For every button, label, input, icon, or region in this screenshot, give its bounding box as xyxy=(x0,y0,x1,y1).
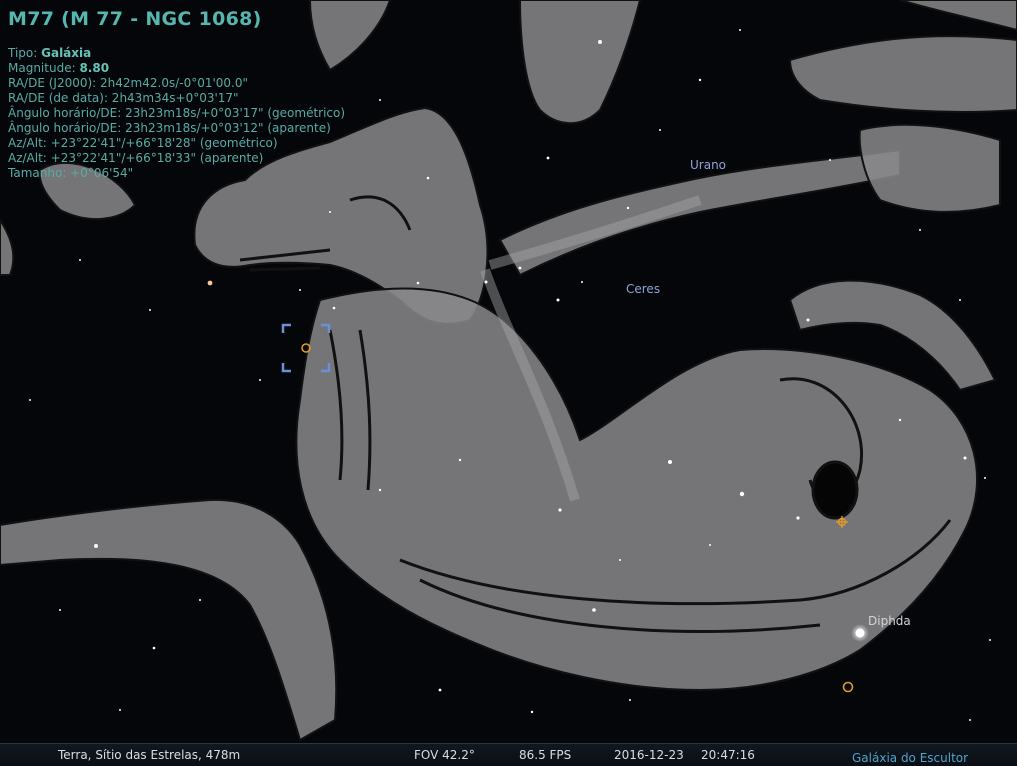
fps-text: 86.5 FPS xyxy=(519,748,572,762)
ceres-label[interactable]: Ceres xyxy=(626,282,660,296)
object-type: Tipo: Galáxia xyxy=(8,46,92,60)
object-title: M77 (M 77 - NGC 1068) xyxy=(8,8,262,30)
radec-of-date: RA/DE (de data): 2h43m34s+0°03'17" xyxy=(8,91,239,105)
radec-j2000: RA/DE (J2000): 2h42m42.0s/-0°01'00.0" xyxy=(8,76,249,90)
diphda-star[interactable] xyxy=(851,624,869,642)
diphda-label[interactable]: Diphda xyxy=(868,614,911,628)
uranus-label[interactable]: Urano xyxy=(690,158,726,172)
object-info-panel: M77 (M 77 - NGC 1068) Tipo: Galáxia Magn… xyxy=(8,8,345,181)
azalt-geometric: Az/Alt: +23°22'41"/+66°18'28" (geométric… xyxy=(8,136,278,150)
object-magnitude: Magnitude: 8.80 xyxy=(8,61,110,75)
fov-text: FOV 42.2° xyxy=(414,748,475,762)
object-size: Tamanho: +0°06'54" xyxy=(8,166,134,180)
azalt-apparent: Az/Alt: +23°22'41"/+66°18'33" (aparente) xyxy=(8,151,264,165)
hour-angle-apparent: Ângulo horário/DE: 23h23m18s/+0°03'12" (… xyxy=(8,121,331,135)
hour-angle-geometric: Ângulo horário/DE: 23h23m18s/+0°03'17" (… xyxy=(8,106,346,120)
location-text[interactable]: Terra, Sítio das Estrelas, 478m xyxy=(58,748,240,762)
sculptor-galaxy-label[interactable]: Galáxia do Escultor xyxy=(852,751,968,765)
time-text[interactable]: 20:47:16 xyxy=(701,748,755,762)
date-text[interactable]: 2016-12-23 xyxy=(614,748,684,762)
